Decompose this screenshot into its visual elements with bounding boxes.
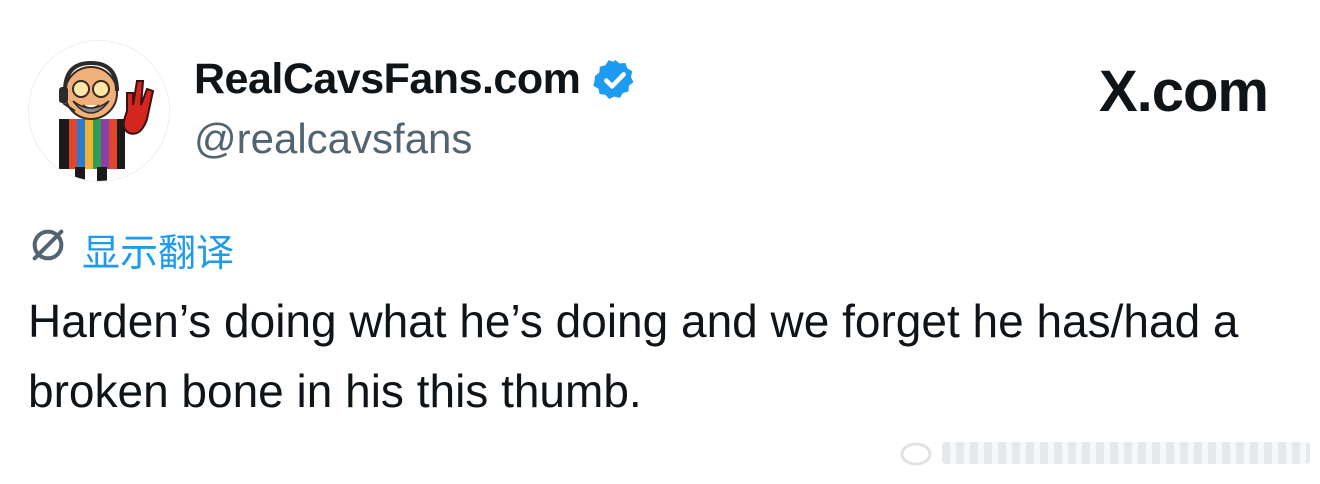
- tweet-text: Harden’s doing what he’s doing and we fo…: [28, 295, 1239, 417]
- x-com-logo: X.com: [1098, 59, 1269, 124]
- display-name-text[interactable]: RealCavsFans.com: [194, 55, 581, 104]
- verified-badge-icon: [592, 57, 638, 103]
- translate-label: 显示翻译: [82, 233, 235, 275]
- translate-icon: [28, 225, 82, 275]
- avatar[interactable]: [28, 40, 170, 182]
- show-translation-button[interactable]: 显示翻译: [28, 222, 234, 277]
- display-name[interactable]: RealCavsFans.com: [194, 55, 638, 104]
- watermark-logo-icon: [900, 442, 932, 466]
- avatar-cartoon-image: [59, 60, 155, 181]
- watermark: [900, 436, 1310, 470]
- user-handle[interactable]: @realcavsfans: [194, 115, 472, 163]
- watermark-bar: [942, 442, 1310, 464]
